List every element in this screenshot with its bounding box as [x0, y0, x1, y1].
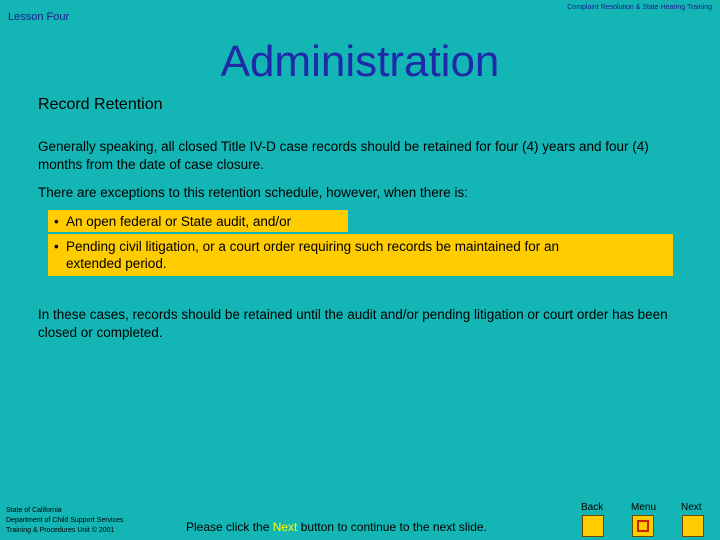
next-label: Next — [681, 502, 702, 513]
back-button[interactable] — [582, 515, 604, 537]
paragraph-retention-rule: Generally speaking, all closed Title IV-… — [38, 139, 649, 172]
menu-label: Menu — [631, 502, 657, 513]
bullet-item-audit: • An open federal or State audit, and/or — [48, 210, 348, 232]
back-label: Back — [581, 502, 604, 513]
instruction-next-highlight: Next — [272, 520, 298, 534]
course-title: Complaint Resolution & State Hearing Tra… — [567, 4, 712, 11]
menu-icon — [637, 520, 649, 532]
bullet-text-line-2: extended period. — [66, 256, 167, 271]
org-line-1: State of California — [6, 507, 62, 514]
bullet-marker: • — [54, 239, 59, 254]
instruction-pre: Please click the — [186, 520, 273, 534]
bullet-marker: • — [54, 214, 59, 229]
bullet-item-litigation: • Pending civil litigation, or a court or… — [48, 234, 673, 276]
org-line-2: Department of Child Support Services — [6, 517, 124, 524]
paragraph-exceptions-intro: There are exceptions to this retention s… — [38, 185, 468, 200]
paragraph-exceptions-conclusion: In these cases, records should be retain… — [38, 307, 668, 340]
instruction-post: button to continue to the next slide. — [297, 520, 487, 534]
next-button[interactable] — [682, 515, 704, 537]
footer-instruction: Please click the Next button to continue… — [186, 520, 487, 534]
menu-button[interactable] — [632, 515, 654, 537]
page-title: Administration — [220, 37, 500, 86]
bullet-text: An open federal or State audit, and/or — [66, 214, 292, 229]
bullet-text-line-1: Pending civil litigation, or a court ord… — [66, 239, 560, 254]
lesson-label: Lesson Four — [8, 11, 70, 23]
section-heading: Record Retention — [38, 96, 163, 113]
org-line-3: Training & Procedures Unit © 2001 — [6, 527, 115, 534]
footer-organization: State of California Department of Child … — [6, 506, 124, 536]
